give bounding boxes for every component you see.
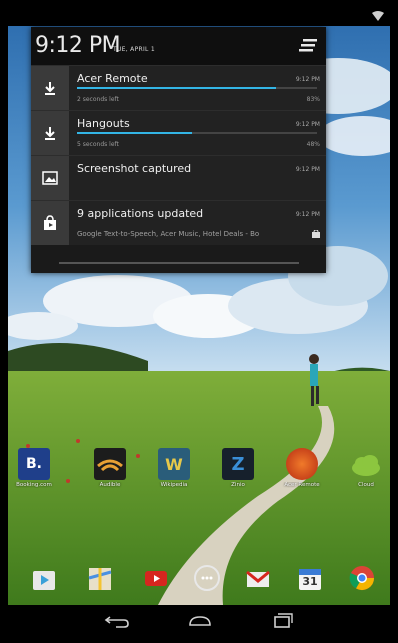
app-label: Acer Remote (284, 482, 320, 488)
store-bag-icon (31, 201, 69, 245)
notification-description: Google Text-to-Speech, Acer Music, Hotel… (77, 230, 260, 238)
youtube-icon[interactable] (142, 564, 170, 592)
download-icon (31, 111, 69, 155)
quick-settings-icon[interactable] (299, 37, 319, 55)
recents-icon (274, 613, 293, 628)
chrome-icon[interactable] (348, 564, 376, 592)
shade-drag-handle[interactable] (59, 262, 299, 264)
notification-percent: 83% (306, 96, 320, 103)
notification-subtext: 5 seconds left (77, 141, 119, 148)
recents-button[interactable] (260, 608, 304, 632)
calendar-icon[interactable]: 31 (296, 564, 324, 592)
navigation-bar (8, 605, 390, 635)
app-drawer-icon[interactable] (193, 564, 221, 592)
play-store-icon[interactable] (30, 564, 58, 592)
gmail-icon[interactable] (244, 564, 272, 592)
download-icon (31, 66, 69, 110)
notification-time: 9:12 PM (295, 166, 320, 173)
app-audible[interactable]: Audible (90, 448, 130, 488)
notification-time: 9:12 PM (295, 211, 320, 218)
download-progress (77, 132, 317, 134)
zinio-icon: Z (222, 448, 254, 480)
notification-time: 9:12 PM (295, 121, 320, 128)
notification-title: Screenshot captured (77, 162, 192, 175)
download-progress (77, 87, 317, 89)
device-screen: B. Booking.com Audible W Wikipedia Z Zin… (8, 8, 390, 635)
notification-shade: 9:12 PM TUE, APRIL 1 Acer Remote 9:12 PM… (31, 27, 326, 273)
cloud-icon (350, 448, 382, 480)
app-booking[interactable]: B. Booking.com (14, 448, 54, 488)
status-bar (8, 8, 390, 26)
date: TUE, APRIL 1 (113, 46, 155, 53)
shade-header: 9:12 PM TUE, APRIL 1 (31, 27, 326, 65)
app-wikipedia[interactable]: W Wikipedia (154, 448, 194, 488)
notification-subtext: 2 seconds left (77, 96, 119, 103)
app-label: Audible (99, 482, 121, 488)
wifi-icon (372, 11, 384, 21)
image-icon (31, 156, 69, 200)
notification-apps-updated[interactable]: 9 applications updated 9:12 PM Google Te… (31, 200, 326, 245)
app-zinio[interactable]: Z Zinio (218, 448, 258, 488)
wikipedia-icon: W (158, 448, 190, 480)
maps-icon[interactable] (86, 564, 114, 592)
home-icon (189, 616, 211, 626)
back-button[interactable] (96, 608, 140, 632)
notification-title: Acer Remote (77, 72, 148, 85)
back-arrow-icon (104, 616, 129, 628)
notification-title: 9 applications updated (77, 207, 204, 220)
app-label: Wikipedia (160, 482, 188, 488)
notification-screenshot[interactable]: Screenshot captured 9:12 PM (31, 155, 326, 200)
notification-percent: 48% (306, 141, 320, 148)
notification-hangouts[interactable]: Hangouts 9:12 PM 5 seconds left 48% (31, 110, 326, 155)
calendar-day: 31 (302, 575, 318, 588)
app-acer-remote[interactable]: Acer Remote (282, 448, 322, 488)
clock: 9:12 PM (35, 33, 121, 58)
app-label: Cloud (358, 482, 374, 488)
store-small-icon (312, 230, 320, 238)
acer-remote-icon (286, 448, 318, 480)
app-cloud[interactable]: Cloud (346, 448, 386, 488)
home-button[interactable] (178, 608, 222, 632)
app-label: Booking.com (16, 482, 52, 488)
booking-icon: B. (18, 448, 50, 480)
app-label: Zinio (231, 482, 245, 488)
notification-time: 9:12 PM (295, 76, 320, 83)
audible-icon (94, 448, 126, 480)
notification-acer-remote[interactable]: Acer Remote 9:12 PM 2 seconds left 83% (31, 65, 326, 110)
notification-title: Hangouts (77, 117, 130, 130)
